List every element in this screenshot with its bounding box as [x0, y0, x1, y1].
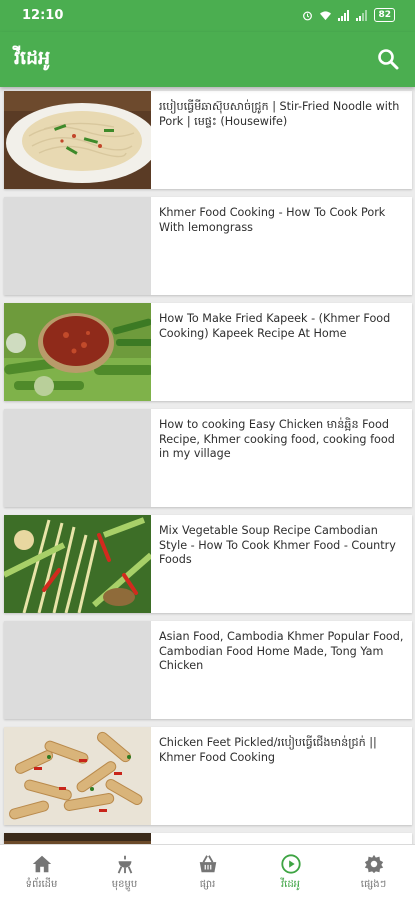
app-bar: វីដេអូ — [0, 32, 415, 87]
battery-indicator: 82 — [374, 8, 395, 22]
signal-icon — [338, 9, 350, 21]
video-thumbnail-placeholder — [4, 621, 151, 719]
video-title: របៀបធ្វើមីឆាស៊ុបសាច់ជ្រូក | Stir-Fried N… — [159, 100, 400, 128]
video-thumbnail — [4, 515, 151, 613]
bottom-navigation: ទំព័រដើម មុខម្ហូប ផ្សារ វីដេអូ ផ្សេងៗ — [0, 844, 415, 900]
video-thumbnail — [4, 91, 151, 189]
home-icon — [32, 855, 51, 873]
nav-label: មុខម្ហូប — [111, 879, 138, 890]
nav-label: ផ្សេងៗ — [360, 879, 387, 890]
play-circle-icon — [280, 854, 301, 874]
nav-item-market[interactable]: ផ្សារ — [166, 845, 249, 900]
video-title: How to cooking Easy Chicken មាន់ឆ្អិន Fo… — [159, 418, 395, 461]
nav-item-more[interactable]: ផ្សេងៗ — [332, 845, 415, 900]
video-thumbnail — [4, 303, 151, 401]
basket-icon — [199, 855, 216, 873]
video-title: How To Make Fried Kapeek - (Khmer Food C… — [159, 312, 391, 340]
alarm-icon — [303, 11, 313, 20]
video-card[interactable]: របៀបធ្វើមីឆាស៊ុបសាច់ជ្រូក | Stir-Fried N… — [4, 91, 412, 189]
wifi-icon — [320, 10, 332, 20]
video-card[interactable]: Khmer Food Cooking - How To Cook Pork Wi… — [4, 197, 412, 295]
video-list[interactable]: របៀបធ្វើមីឆាស៊ុបសាច់ជ្រូក | Stir-Fried N… — [0, 87, 415, 844]
video-thumbnail-placeholder — [4, 409, 151, 507]
video-title: Mix Vegetable Soup Recipe Cambodian Styl… — [159, 524, 396, 567]
video-card[interactable] — [4, 833, 412, 844]
grill-icon — [117, 855, 132, 874]
nav-label: វីដេអូ — [280, 879, 301, 890]
video-card[interactable]: Chicken Feet Pickled/របៀបធ្វើជើងមាន់ជ្រក… — [4, 727, 412, 825]
video-thumbnail — [4, 833, 151, 844]
video-card[interactable]: How To Make Fried Kapeek - (Khmer Food C… — [4, 303, 412, 401]
video-title: Asian Food, Cambodia Khmer Popular Food,… — [159, 630, 404, 673]
gear-icon — [364, 854, 383, 874]
signal-icon-2 — [356, 9, 368, 21]
nav-label: ទំព័រដើម — [25, 879, 58, 890]
page-title: វីដេអូ — [14, 47, 51, 69]
nav-item-videos[interactable]: វីដេអូ — [249, 845, 332, 900]
video-title: Chicken Feet Pickled/របៀបធ្វើជើងមាន់ជ្រក… — [159, 736, 377, 764]
video-card[interactable]: Mix Vegetable Soup Recipe Cambodian Styl… — [4, 515, 412, 613]
video-card[interactable]: Asian Food, Cambodia Khmer Popular Food,… — [4, 621, 412, 719]
search-icon — [378, 49, 399, 70]
nav-label: ផ្សារ — [199, 879, 216, 890]
video-title: Khmer Food Cooking - How To Cook Pork Wi… — [159, 206, 386, 234]
video-thumbnail — [4, 727, 151, 825]
nav-item-home[interactable]: ទំព័រដើម — [0, 845, 83, 900]
nav-item-menu[interactable]: មុខម្ហូប — [83, 845, 166, 900]
video-card[interactable]: How to cooking Easy Chicken មាន់ឆ្អិន Fo… — [4, 409, 412, 507]
video-thumbnail-placeholder — [4, 197, 151, 295]
search-button[interactable] — [373, 44, 403, 74]
status-bar: 12:10 82 — [0, 0, 415, 32]
status-icons: 82 — [302, 8, 395, 22]
status-time: 12:10 — [22, 8, 64, 23]
